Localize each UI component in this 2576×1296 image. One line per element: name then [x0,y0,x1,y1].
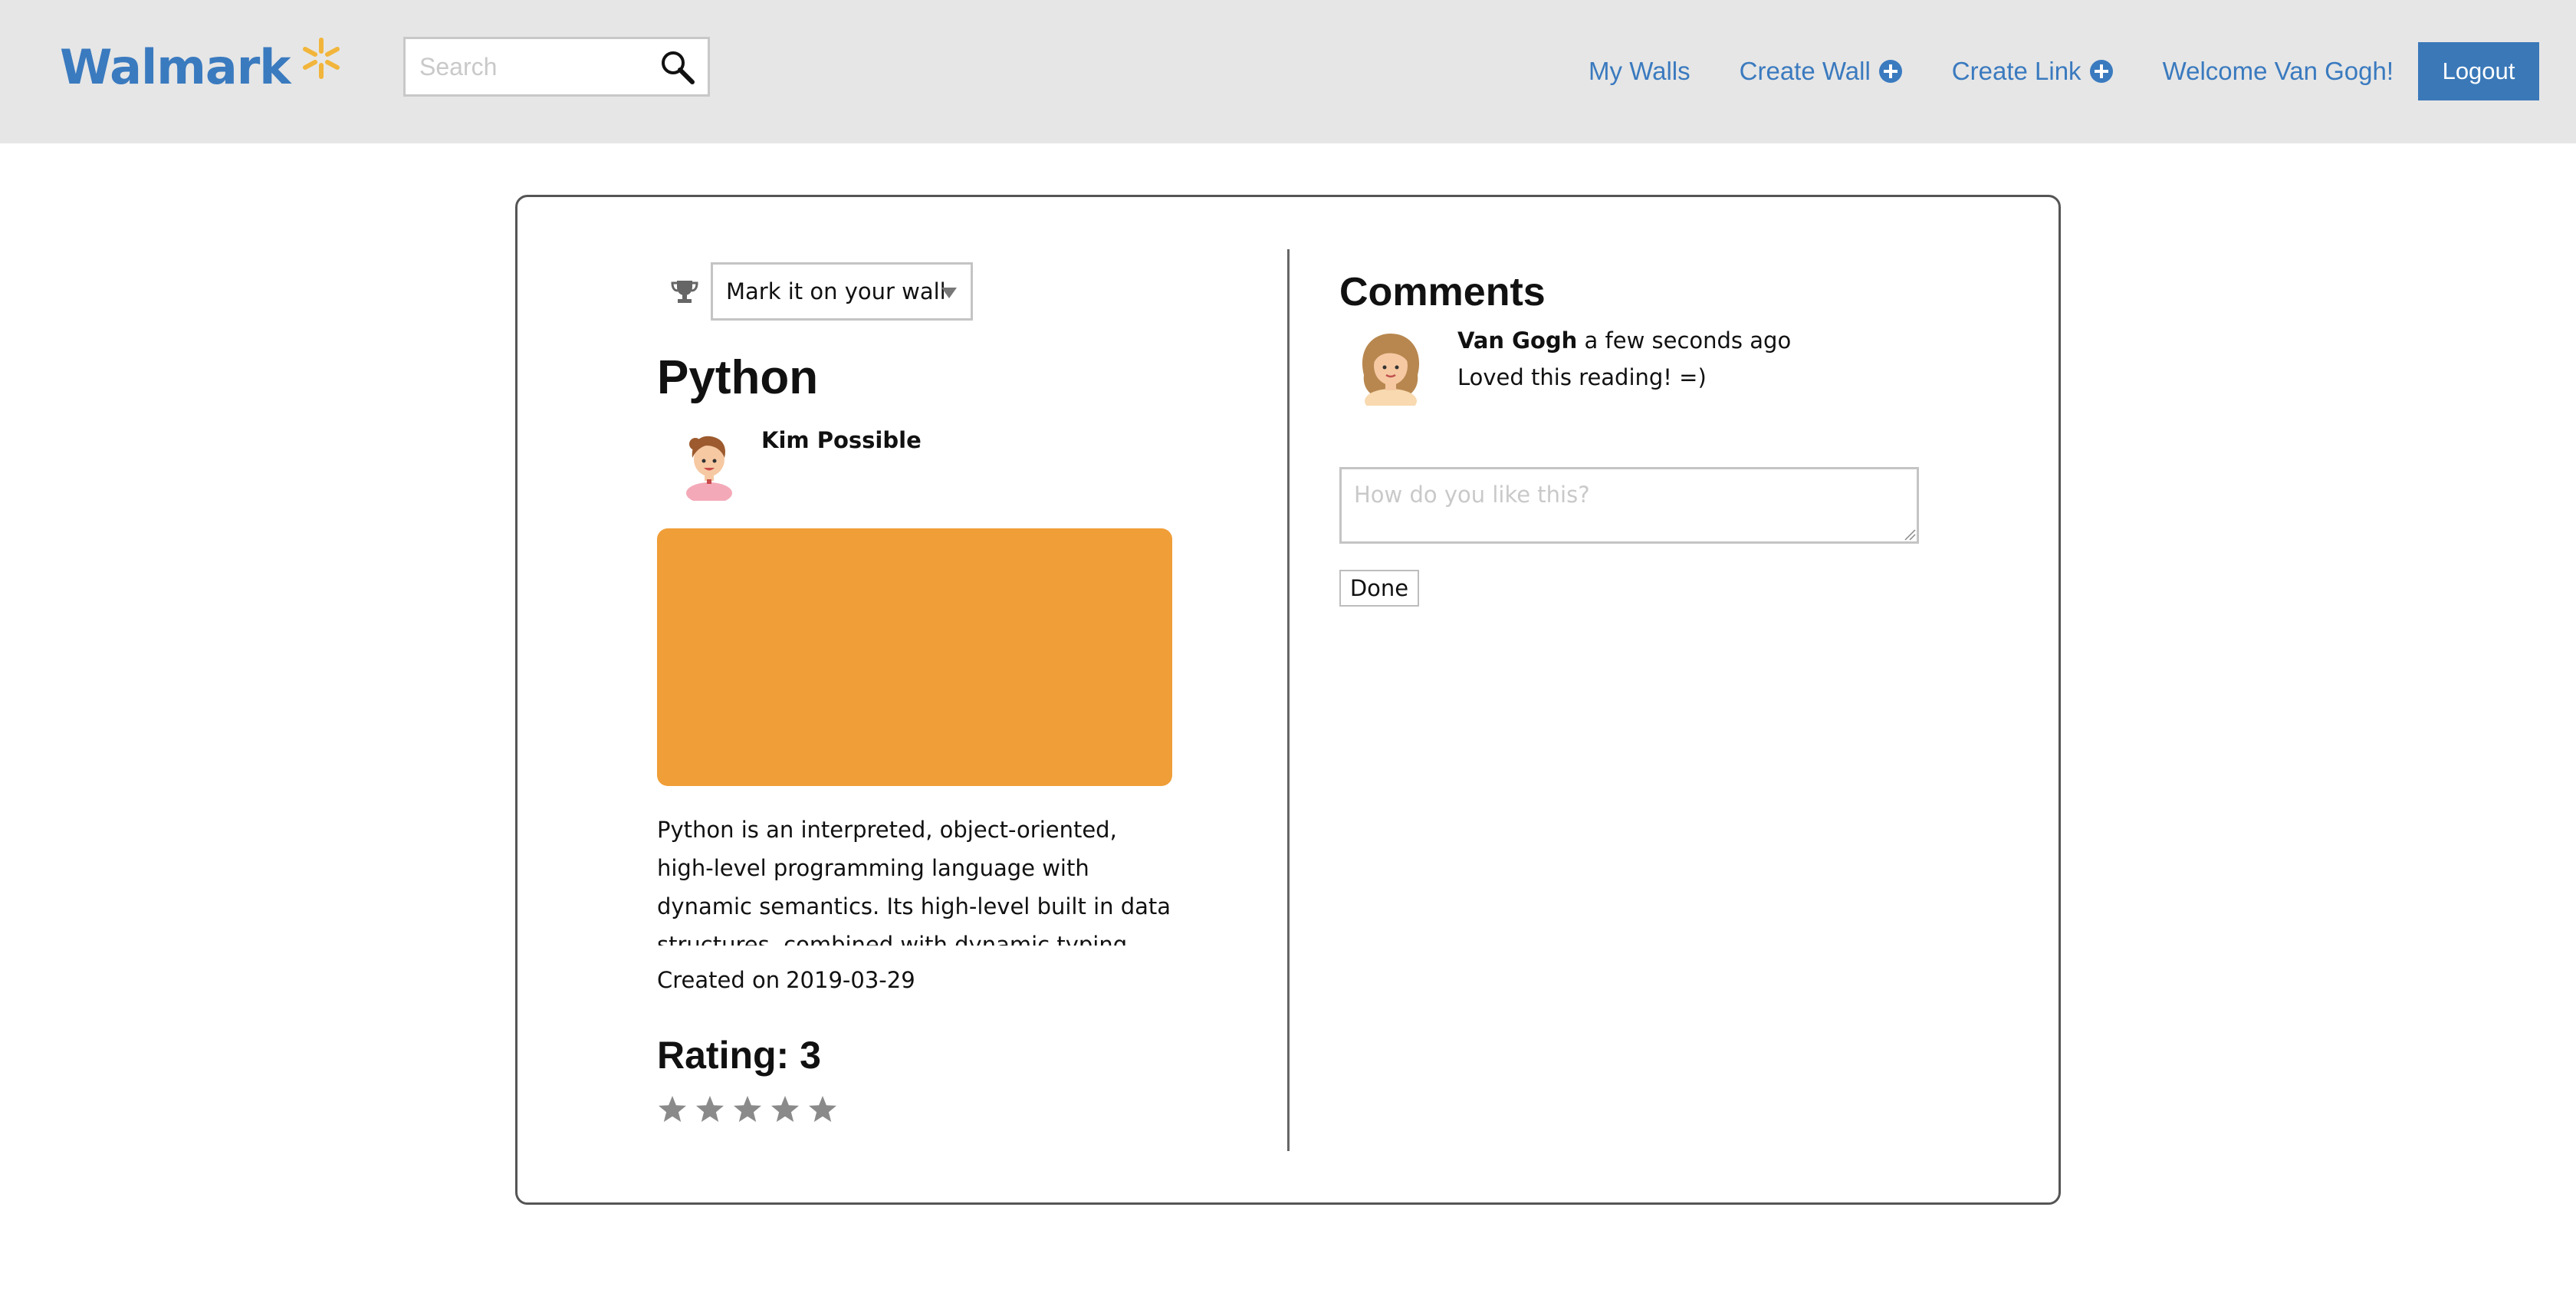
comment-meta: Van Gogh a few seconds ago [1457,327,1791,354]
resize-handle-icon[interactable] [1902,527,1916,541]
author-avatar[interactable] [678,427,740,501]
search-icon[interactable] [659,48,697,87]
comments-title: Comments [1339,270,1546,314]
star-icon[interactable] [770,1094,800,1125]
post-description: Python is an interpreted, object-oriente… [657,817,1171,946]
star-icon[interactable] [732,1094,763,1125]
spark-logo-icon [302,38,340,79]
brand-logo[interactable]: Walmark [60,32,343,101]
search-box [403,37,710,97]
created-date: Created on 2019-03-29 [657,967,915,993]
comment-text: Loved this reading! =) [1457,364,1707,390]
welcome-label: Welcome Van Gogh! [2162,57,2394,85]
search-input[interactable] [406,39,643,94]
top-header: Walmark My Walls Create Wall [0,0,2576,143]
mark-wall-select[interactable]: Mark it on your wall [711,262,973,321]
chevron-down-icon [941,288,957,298]
created-label: Created on [657,967,780,993]
done-button[interactable]: Done [1339,570,1419,607]
plus-circle-icon [1878,60,1902,83]
welcome-user[interactable]: Welcome Van Gogh! [2163,57,2394,86]
commenter-avatar[interactable] [1355,329,1427,406]
created-value: 2019-03-29 [786,967,915,993]
comment-author[interactable]: Van Gogh [1457,327,1577,354]
comment-input[interactable] [1339,467,1919,544]
nav-create-wall-label: Create Wall [1739,57,1871,85]
post-thumbnail[interactable] [657,528,1172,786]
rating-stars [657,1094,845,1125]
star-icon[interactable] [657,1094,688,1125]
author-name[interactable]: Kim Possible [761,427,922,453]
nav-my-walls-label: My Walls [1589,57,1691,85]
rating-heading: Rating: 3 [657,1034,821,1077]
main-nav: My Walls Create Wall Create Link Welcome… [1589,42,2539,100]
logo-text: Walmark [60,38,291,95]
nav-create-wall[interactable]: Create Wall [1740,57,1903,86]
mark-row: Mark it on your wall [669,262,973,321]
post-card: Mark it on your wall Python Kim Possible… [515,195,2061,1205]
post-title: Python [657,351,819,404]
star-icon[interactable] [807,1094,838,1125]
trophy-icon [671,281,698,303]
column-divider [1287,249,1290,1151]
nav-my-walls[interactable]: My Walls [1589,57,1691,86]
comment-item: Van Gogh a few seconds ago Loved this re… [1355,327,2045,412]
nav-create-link-label: Create Link [1951,57,2082,85]
nav-create-link[interactable]: Create Link [1952,57,2114,86]
logout-button[interactable]: Logout [2418,42,2539,100]
mark-wall-select-value: Mark it on your wall [726,278,946,304]
star-icon[interactable] [695,1094,725,1125]
plus-circle-icon [2089,60,2113,83]
comment-time: a few seconds ago [1584,327,1792,354]
